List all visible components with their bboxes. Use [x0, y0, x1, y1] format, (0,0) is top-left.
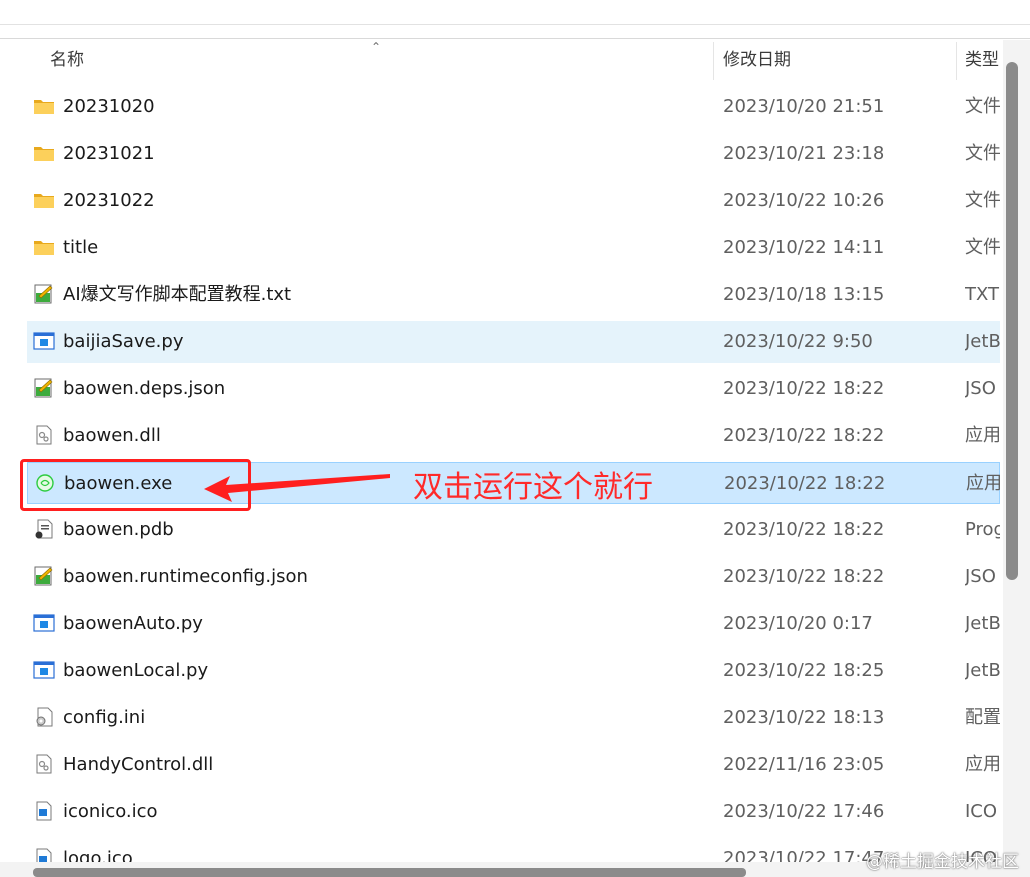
file-modified-date: 2023/10/18 13:15 [723, 284, 885, 305]
file-type: JetB [965, 613, 1000, 634]
file-type: JetB [965, 331, 1000, 352]
python-file-icon [33, 331, 55, 351]
file-row[interactable]: baowen.deps.json 2023/10/22 18:22 JSO [27, 368, 1000, 410]
watermark: @稀土掘金技术社区 [866, 852, 1019, 872]
annotation-arrow-icon [204, 474, 390, 502]
column-divider[interactable] [713, 42, 714, 80]
notepad-icon [33, 284, 55, 304]
file-row[interactable]: 20231021 2023/10/21 23:18 文件 [27, 133, 1000, 175]
file-modified-date: 2023/10/22 9:50 [723, 331, 873, 352]
file-row[interactable]: 20231022 2023/10/22 10:26 文件 [27, 180, 1000, 222]
vertical-scroll-thumb[interactable] [1006, 62, 1018, 580]
file-modified-date: 2023/10/22 18:25 [723, 660, 885, 681]
file-type: 应用 [966, 473, 1001, 494]
file-modified-date: 2022/11/16 23:05 [723, 754, 885, 775]
file-type: 文件 [965, 237, 1000, 258]
file-name: HandyControl.dll [63, 754, 214, 775]
toolbar-area [0, 0, 1030, 25]
file-type: JetB [965, 660, 1000, 681]
column-divider[interactable] [956, 42, 957, 80]
column-header-type[interactable]: 类型 [965, 40, 1005, 84]
file-row[interactable]: baowen.pdb 2023/10/22 18:22 Prog [27, 509, 1000, 551]
column-header-name[interactable]: 名称 [50, 40, 650, 84]
file-type: Prog [965, 519, 1000, 540]
file-name: baijiaSave.py [63, 331, 184, 352]
file-name: 20231020 [63, 96, 155, 117]
file-modified-date: 2023/10/22 14:11 [723, 237, 885, 258]
file-modified-date: 2023/10/22 18:22 [723, 378, 885, 399]
file-name: 20231021 [63, 143, 155, 164]
python-file-icon [33, 660, 55, 680]
file-name: config.ini [63, 707, 146, 728]
file-modified-date: 2023/10/22 10:26 [723, 190, 885, 211]
column-header: ⌃ 名称 修改日期 类型 [0, 40, 1030, 84]
file-row[interactable]: AI爆文写作脚本配置教程.txt 2023/10/18 13:15 TXT [27, 274, 1000, 316]
file-row[interactable]: 20231020 2023/10/20 21:51 文件 [27, 86, 1000, 128]
folder-icon [33, 96, 55, 116]
python-file-icon [33, 613, 55, 633]
folder-icon [33, 190, 55, 210]
dll-file-icon [33, 754, 55, 774]
notepad-icon [33, 378, 55, 398]
file-modified-date: 2023/10/22 17:46 [723, 801, 885, 822]
notepad-icon [33, 566, 55, 586]
file-modified-date: 2023/10/22 18:22 [723, 566, 885, 587]
file-name: baowen.runtimeconfig.json [63, 566, 308, 587]
file-name: 20231022 [63, 190, 155, 211]
file-modified-date: 2023/10/22 18:22 [723, 425, 885, 446]
annotation-text: 双击运行这个就行 [413, 470, 653, 505]
file-type: JSO [965, 378, 996, 399]
file-row[interactable]: title 2023/10/22 14:11 文件 [27, 227, 1000, 269]
file-type: 应用 [965, 425, 1000, 446]
file-name: AI爆文写作脚本配置教程.txt [63, 284, 292, 305]
file-modified-date: 2023/10/22 18:22 [724, 473, 886, 494]
file-modified-date: 2023/10/20 21:51 [723, 96, 885, 117]
file-type: 文件 [965, 190, 1000, 211]
file-modified-date: 2023/10/22 18:22 [723, 519, 885, 540]
header-strip [0, 25, 1030, 39]
file-type: JSO [965, 566, 996, 587]
column-header-date[interactable]: 修改日期 [723, 40, 943, 84]
file-row[interactable]: HandyControl.dll 2022/11/16 23:05 应用 [27, 744, 1000, 786]
file-name: baowen.pdb [63, 519, 174, 540]
folder-icon [33, 143, 55, 163]
file-row[interactable]: config.ini 2023/10/22 18:13 配置 [27, 697, 1000, 739]
file-type: TXT [965, 284, 1000, 305]
file-modified-date: 2023/10/22 18:13 [723, 707, 885, 728]
file-modified-date: 2023/10/20 0:17 [723, 613, 873, 634]
file-name: baowenLocal.py [63, 660, 209, 681]
image-file-icon [33, 801, 55, 821]
file-row[interactable]: baowenAuto.py 2023/10/20 0:17 JetB [27, 603, 1000, 645]
file-row[interactable]: baowen.runtimeconfig.json 2023/10/22 18:2… [27, 556, 1000, 598]
file-name: baowenAuto.py [63, 613, 203, 634]
folder-icon [33, 237, 55, 257]
file-modified-date: 2023/10/21 23:18 [723, 143, 885, 164]
file-row[interactable]: baowen.dll 2023/10/22 18:22 应用 [27, 415, 1000, 457]
config-file-icon [33, 707, 55, 727]
file-name: baowen.deps.json [63, 378, 226, 399]
file-type: ICO [965, 801, 998, 822]
file-name: baowen.dll [63, 425, 161, 446]
file-type: 文件 [965, 143, 1000, 164]
file-name: iconico.ico [63, 801, 158, 822]
pdb-file-icon [33, 519, 55, 539]
file-name: title [63, 237, 99, 258]
file-type: 应用 [965, 754, 1000, 775]
file-row[interactable]: iconico.ico 2023/10/22 17:46 ICO [27, 791, 1000, 833]
file-type: 文件 [965, 96, 1000, 117]
file-row[interactable]: baowenLocal.py 2023/10/22 18:25 JetB [27, 650, 1000, 692]
horizontal-scroll-thumb[interactable] [33, 868, 746, 877]
file-row[interactable]: baijiaSave.py 2023/10/22 9:50 JetB [27, 321, 1000, 363]
dll-file-icon [33, 425, 55, 445]
file-type: 配置 [965, 707, 1000, 728]
